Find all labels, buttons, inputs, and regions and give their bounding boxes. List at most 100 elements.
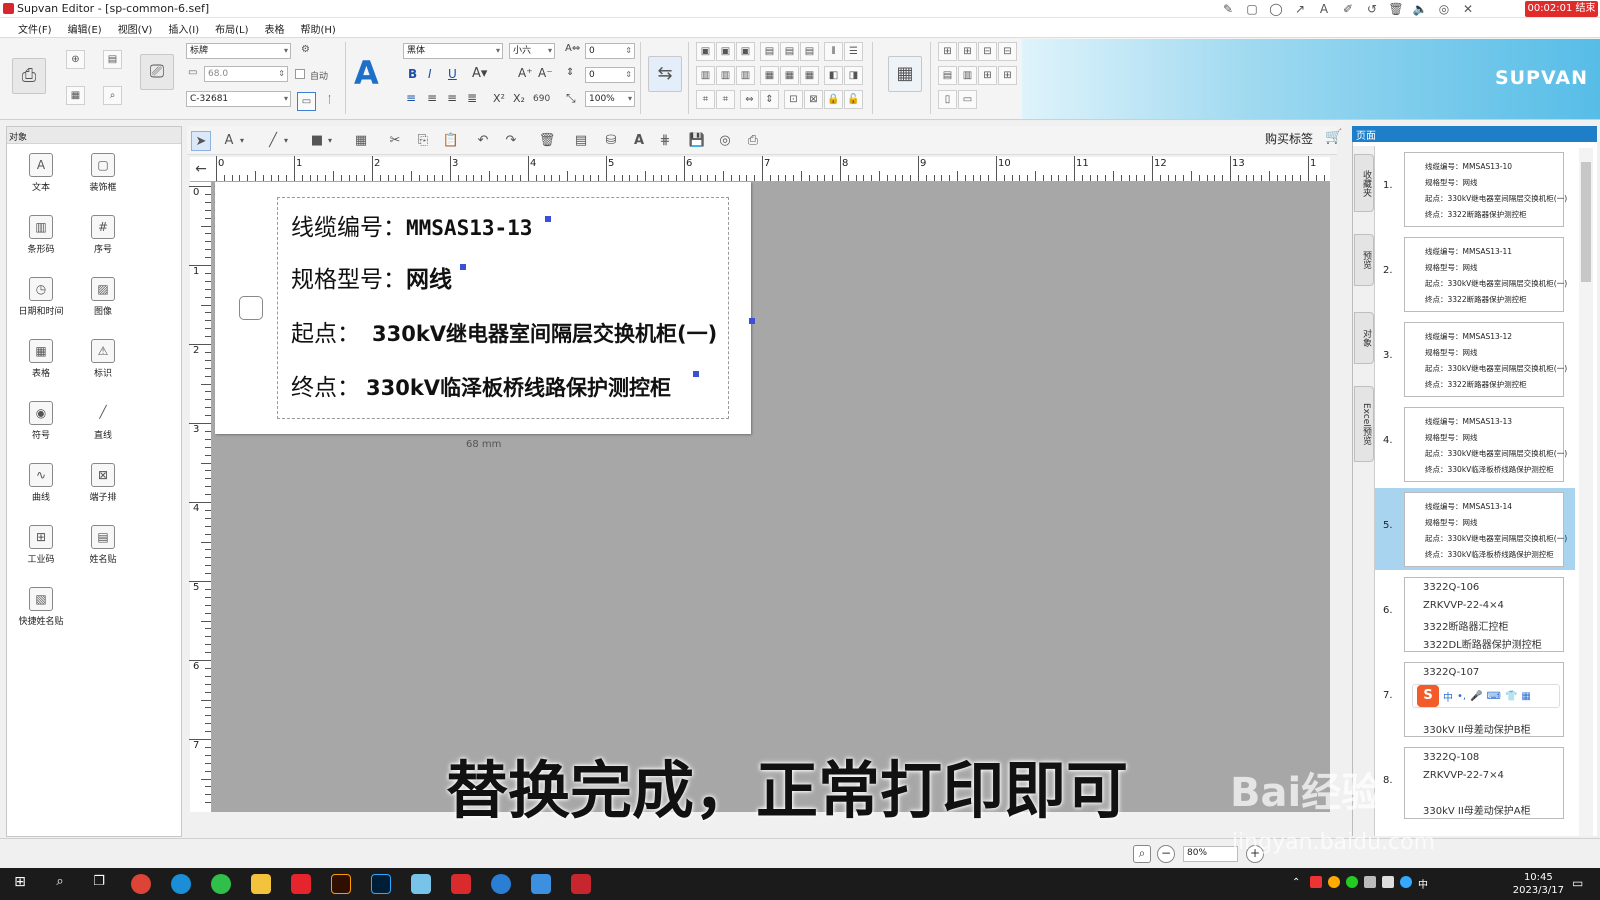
buy-labels-link[interactable]: 购买标签 <box>1265 130 1313 147</box>
object-image[interactable]: ▨ 图像 <box>73 269 133 327</box>
text-tool-icon[interactable]: A <box>1316 1 1332 17</box>
edge-icon[interactable] <box>171 874 191 894</box>
table-border-icon[interactable]: ⊞ <box>978 66 997 85</box>
layout-mode-icon[interactable]: ▭ <box>297 92 316 111</box>
ime-toolbox-icon[interactable]: ▦ <box>1521 691 1530 702</box>
side-tab-excel-preview[interactable]: Excel预览 <box>1354 386 1374 462</box>
ime-skin-icon[interactable]: 👕 <box>1505 691 1517 702</box>
auto-checkbox[interactable] <box>295 69 305 79</box>
pages-scrollbar-thumb[interactable] <box>1581 162 1591 282</box>
undo-icon[interactable]: ↶ <box>473 131 493 151</box>
font-shrink-icon[interactable]: A⁻ <box>538 66 553 80</box>
align-middle-right-icon[interactable]: ▥ <box>736 66 755 85</box>
align-bottom-left-icon[interactable]: ▦ <box>760 66 779 85</box>
font-icon[interactable]: A <box>629 131 649 151</box>
paste-icon[interactable]: 📋 <box>441 131 461 151</box>
app-circle-icon[interactable] <box>491 874 511 894</box>
object-quick-name-sticker[interactable]: ▧ 快捷姓名贴 <box>11 579 71 637</box>
file-explorer-icon[interactable] <box>251 874 271 894</box>
object-sign[interactable]: ⚠ 标识 <box>73 331 133 389</box>
database-icon[interactable]: ⛁ <box>601 131 621 151</box>
align-edge-left-icon[interactable]: ▤ <box>760 42 779 61</box>
rotate-value[interactable]: 690 <box>533 94 550 104</box>
bold-button[interactable]: B <box>408 67 417 81</box>
ungroup-icon[interactable]: ⌗ <box>716 90 735 109</box>
font-style-icon[interactable]: A <box>354 54 379 92</box>
table-split-icon[interactable]: ▥ <box>958 66 977 85</box>
tray-ime-icon[interactable]: 中 <box>1418 876 1430 891</box>
align-bottom-center-icon[interactable]: ▦ <box>780 66 799 85</box>
menu-edit[interactable]: 编辑(E) <box>60 18 110 37</box>
align-edge-right-icon[interactable]: ▤ <box>800 42 819 61</box>
app-red-icon[interactable] <box>291 874 311 894</box>
line-tool-icon[interactable]: ╱ <box>263 131 283 151</box>
page-thumb-8[interactable]: 8. 3322Q-108 ZRKVVP-22-7×4 330kV II母差动保护… <box>1375 743 1575 821</box>
zoom-level-select[interactable]: 80% <box>1183 846 1238 862</box>
align-center-icon[interactable]: ≡ <box>427 91 437 105</box>
menu-table[interactable]: 表格 <box>256 18 292 37</box>
chrome-icon[interactable] <box>131 874 151 894</box>
unlock-icon[interactable]: 🔓 <box>844 90 863 109</box>
save-template-icon[interactable]: 💾 <box>687 131 707 151</box>
object-barcode[interactable]: ▥ 条形码 <box>11 207 71 265</box>
italic-button[interactable]: I <box>428 67 432 81</box>
page-thumb-2[interactable]: 2. 线缆编号：MMSAS13-11 规格型号：网线 起点：330kV继电器室间… <box>1375 233 1575 315</box>
object-text[interactable]: A 文本 <box>11 145 71 203</box>
align-justify-icon[interactable]: ≣ <box>467 91 477 105</box>
print-small-icon[interactable]: ⎙ <box>743 131 763 151</box>
list-icon[interactable]: ▤ <box>571 131 591 151</box>
copy-icon[interactable]: ⎘ <box>413 131 433 151</box>
zoom-fit-icon[interactable]: ⌕ <box>1133 845 1151 863</box>
object-line[interactable]: ╱ 直线 <box>73 393 133 451</box>
menu-help[interactable]: 帮助(H) <box>292 18 343 37</box>
cart-icon[interactable]: 🛒 <box>1325 129 1342 145</box>
underline-button[interactable]: U <box>448 67 457 81</box>
arrow-icon[interactable]: ↗ <box>1292 1 1308 17</box>
recording-stop-button[interactable]: 00:02:01 结束 <box>1525 1 1598 17</box>
select-pointer-icon[interactable]: ➤ <box>191 131 211 151</box>
object-industrial-code[interactable]: ⊞ 工业码 <box>11 517 71 575</box>
menu-insert[interactable]: 插入(I) <box>160 18 207 37</box>
align-edge-center-icon[interactable]: ▤ <box>780 42 799 61</box>
text-anchor-handle[interactable] <box>460 264 466 270</box>
redo-icon[interactable]: ↷ <box>501 131 521 151</box>
side-tab-objects[interactable]: 对象 <box>1354 312 1374 364</box>
table-merge-icon[interactable]: ▤ <box>938 66 957 85</box>
menu-view[interactable]: 视图(V) <box>110 18 161 37</box>
same-width-icon[interactable]: ⇔ <box>740 90 759 109</box>
label-line-end[interactable]: 终点： 330kV临泽板桥线路保护测控柜 <box>291 368 671 402</box>
bring-front-icon[interactable]: ◧ <box>824 66 843 85</box>
open-file-icon[interactable]: ▤ <box>103 50 122 69</box>
menu-file[interactable]: 文件(F) <box>10 18 60 37</box>
label-width-input[interactable]: 68.0 ⇕ <box>204 66 288 82</box>
search-icon[interactable]: ⌕ <box>50 874 70 894</box>
ime-punctuation-icon[interactable]: •, <box>1457 691 1466 702</box>
font-family-select[interactable]: 黑体 ▾ <box>403 43 503 59</box>
close-icon[interactable]: ✕ <box>1460 1 1476 17</box>
page-thumb-3[interactable]: 3. 线缆编号：MMSAS13-12 规格型号：网线 起点：330kV继电器室间… <box>1375 318 1575 400</box>
tray-chevron-icon[interactable]: ⌃ <box>1292 877 1300 888</box>
align-bottom-right-icon[interactable]: ▦ <box>800 66 819 85</box>
ime-toolbar[interactable]: S 中 •, 🎤 ⌨ 👕 ▦ <box>1412 684 1560 708</box>
text-anchor-handle[interactable] <box>693 371 699 377</box>
label-line-spec[interactable]: 规格型号：网线 <box>291 260 452 294</box>
camera-icon[interactable]: ◎ <box>1436 1 1452 17</box>
table-select-icon[interactable]: ▯ <box>938 90 957 109</box>
text-anchor-handle[interactable] <box>749 318 755 324</box>
illustrator-icon[interactable] <box>331 874 351 894</box>
object-frame[interactable]: ▢ 装饰框 <box>73 145 133 203</box>
subscript-icon[interactable]: X₂ <box>513 92 525 105</box>
delete-icon[interactable]: 🗑 <box>537 131 557 151</box>
distribute-h-icon[interactable]: ⫴ <box>824 42 843 61</box>
same-size-icon[interactable]: ⊡ <box>784 90 803 109</box>
table-insert-icon[interactable]: ▦ <box>888 56 922 92</box>
settings-gear-icon[interactable]: ⚙ <box>296 41 315 60</box>
table-insert-row-icon[interactable]: ⊞ <box>938 42 957 61</box>
send-back-icon[interactable]: ◨ <box>844 66 863 85</box>
windows-start-icon[interactable]: ⊞ <box>10 874 30 894</box>
ime-chinese-mode-icon[interactable]: 中 <box>1443 689 1453 704</box>
cursor-mode-icon[interactable]: ᛙ <box>320 92 339 111</box>
table-delete-row-icon[interactable]: ⊟ <box>978 42 997 61</box>
highlighter-icon[interactable]: ✐ <box>1340 1 1356 17</box>
shape-tool-icon[interactable]: ■ <box>307 131 327 151</box>
